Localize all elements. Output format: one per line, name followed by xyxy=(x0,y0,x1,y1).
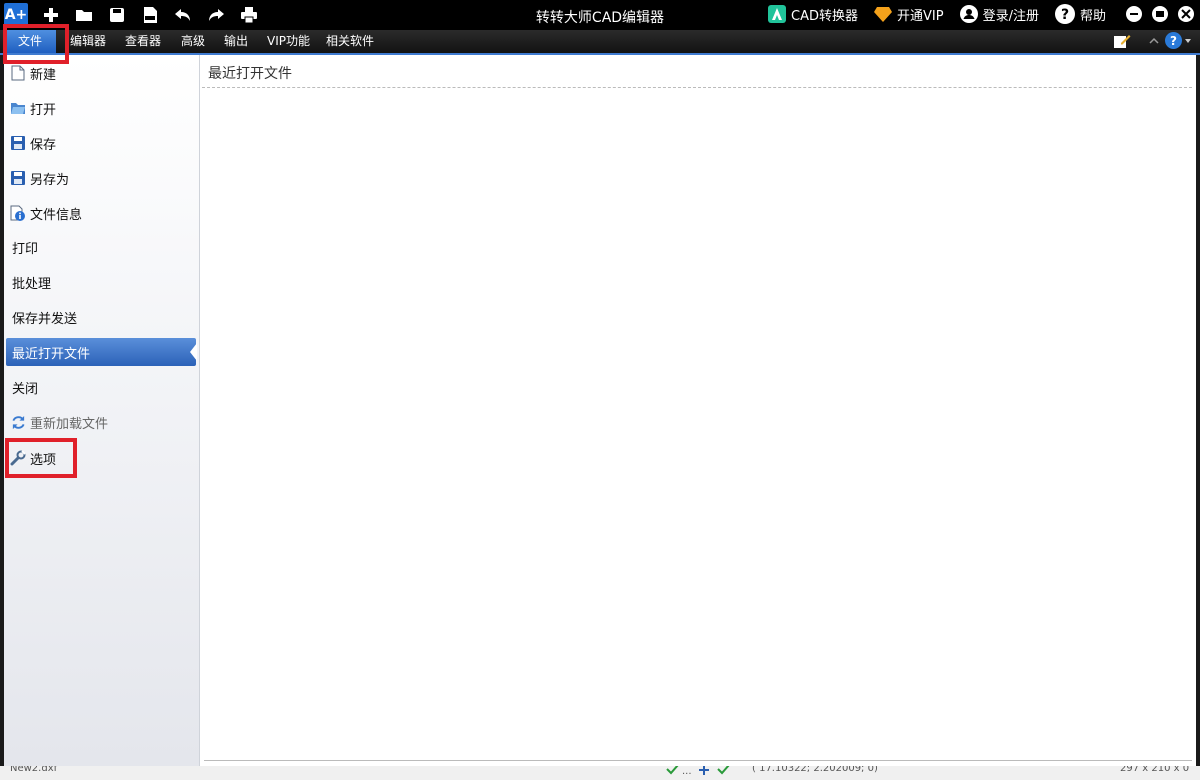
highlight-box-options xyxy=(5,438,77,478)
new-document-icon xyxy=(10,65,26,81)
file-backstage-sidebar: 新建 打开 保存 另存为 文件信息 打印 批处理 保存并发送 最近打开文件 关闭… xyxy=(4,55,200,766)
sidebar-item-recent-files[interactable]: 最近打开文件 xyxy=(6,338,197,366)
status-bar: New2.dxf ... ( 17.10322; 2.202009; 0) 29… xyxy=(0,766,1200,780)
menu-bar: 文件 编辑器 查看器 高级 输出 VIP功能 相关软件 ? xyxy=(0,30,1200,55)
sidebar-item-save-and-send[interactable]: 保存并发送 xyxy=(6,303,196,331)
sidebar-item-print[interactable]: 打印 xyxy=(6,233,196,261)
snap-check-icon: ... xyxy=(666,766,730,777)
open-vip-link[interactable]: 开通VIP xyxy=(874,5,944,24)
print-icon[interactable] xyxy=(238,4,260,26)
undo-icon[interactable] xyxy=(172,4,194,26)
login-label: 登录/注册 xyxy=(982,8,1039,24)
svg-text:...: ... xyxy=(682,766,692,777)
menu-vip-features[interactable]: VIP功能 xyxy=(267,30,310,53)
save-icon[interactable] xyxy=(106,4,128,26)
open-vip-label: 开通VIP xyxy=(897,8,944,24)
diamond-icon xyxy=(874,7,893,22)
status-paper-size: 297 x 210 x 0 xyxy=(1120,766,1190,774)
minimize-icon[interactable] xyxy=(1126,6,1142,22)
sidebar-item-open[interactable]: 打开 xyxy=(6,94,196,122)
cad-converter-link[interactable]: CAD转换器 xyxy=(768,5,858,24)
status-filename: New2.dxf xyxy=(10,766,58,774)
title-bar: A+ 转转大师CAD编辑器 CAD转换器 开通VIP 登录/注册 ? 帮助 xyxy=(0,0,1200,30)
edit-pen-icon[interactable] xyxy=(1113,33,1131,49)
chevron-down-icon[interactable] xyxy=(1184,37,1192,45)
menu-output[interactable]: 输出 xyxy=(224,30,248,53)
sidebar-item-batch[interactable]: 批处理 xyxy=(6,268,196,296)
open-folder-icon[interactable] xyxy=(73,4,95,26)
sidebar-item-close[interactable]: 关闭 xyxy=(6,373,196,401)
sidebar-item-reload-file[interactable]: 重新加载文件 xyxy=(6,408,196,436)
highlight-box-file-menu xyxy=(3,24,69,64)
menu-editor[interactable]: 编辑器 xyxy=(70,30,106,53)
open-folder-icon xyxy=(10,100,26,116)
ribbon-help-icon[interactable]: ? xyxy=(1165,32,1182,49)
refresh-icon xyxy=(10,414,26,430)
pdf-icon[interactable] xyxy=(139,4,161,26)
new-icon[interactable] xyxy=(40,4,62,26)
cad-converter-label: CAD转换器 xyxy=(791,8,859,24)
help-label: 帮助 xyxy=(1079,8,1106,24)
save-as-icon xyxy=(10,170,26,186)
redo-icon[interactable] xyxy=(205,4,227,26)
bottom-separator xyxy=(204,760,1192,761)
sidebar-item-file-info[interactable]: 文件信息 xyxy=(6,199,196,227)
status-coordinates: ( 17.10322; 2.202009; 0) xyxy=(752,766,878,774)
floppy-disk-icon xyxy=(10,135,26,151)
panel-title: 最近打开文件 xyxy=(208,66,292,82)
login-link[interactable]: 登录/注册 xyxy=(959,5,1039,24)
sidebar-item-save-as[interactable]: 另存为 xyxy=(6,164,196,192)
info-icon xyxy=(10,205,26,221)
user-icon xyxy=(959,5,978,23)
menu-advanced[interactable]: 高级 xyxy=(181,30,205,53)
help-icon: ? xyxy=(1054,4,1075,24)
title-separator xyxy=(202,87,1192,88)
menu-viewer[interactable]: 查看器 xyxy=(125,30,161,53)
svg-text:?: ? xyxy=(1061,7,1069,23)
close-icon[interactable] xyxy=(1178,6,1194,22)
recent-files-panel: 最近打开文件 xyxy=(200,55,1196,766)
converter-logo-icon xyxy=(768,5,787,23)
menubar-right-tools: ? xyxy=(1113,32,1192,49)
status-snap-icons[interactable]: ... xyxy=(666,766,736,780)
collapse-ribbon-icon[interactable] xyxy=(1147,34,1161,48)
titlebar-actions: CAD转换器 开通VIP 登录/注册 ? 帮助 xyxy=(752,4,1194,24)
help-link[interactable]: ? 帮助 xyxy=(1054,4,1106,24)
menu-related-software[interactable]: 相关软件 xyxy=(326,30,374,53)
sidebar-item-save[interactable]: 保存 xyxy=(6,129,196,157)
maximize-icon[interactable] xyxy=(1152,6,1168,22)
